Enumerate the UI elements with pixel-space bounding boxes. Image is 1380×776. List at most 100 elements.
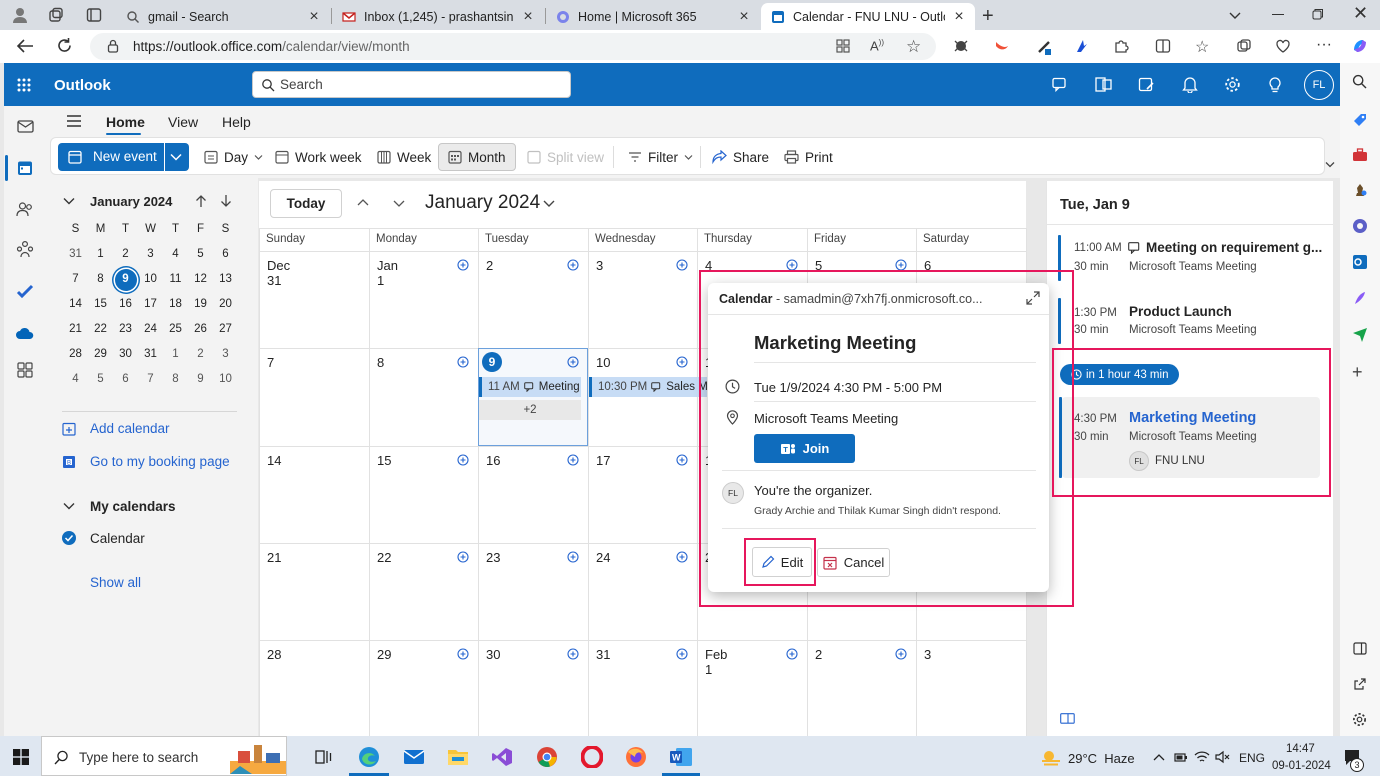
day-cell-date[interactable]: 30 (486, 647, 500, 662)
mail-icon[interactable] (17, 120, 34, 133)
mini-calendar-day[interactable]: 24 (138, 323, 163, 335)
browser-tab-active[interactable]: Calendar - FNU LNU - Outlook × (761, 3, 975, 30)
close-tab-icon[interactable]: × (738, 8, 750, 26)
day-cell-date[interactable]: 29 (377, 647, 391, 662)
meet-now-icon[interactable] (1052, 77, 1069, 92)
day-cell-date[interactable]: 24 (596, 550, 610, 565)
my-calendars-heading[interactable]: My calendars (90, 499, 176, 514)
day-cell-date[interactable]: 22 (377, 550, 391, 565)
booking-page-link[interactable]: B Go to my booking page (62, 454, 230, 469)
day-cell-date[interactable]: 23 (486, 550, 500, 565)
day-cell-date[interactable]: 21 (267, 550, 281, 565)
mini-calendar-day[interactable]: 30 (113, 348, 138, 360)
day-cell-date[interactable]: 15 (377, 453, 391, 468)
mini-calendar-day[interactable]: 28 (63, 348, 88, 360)
add-event-plus-icon[interactable] (676, 648, 688, 660)
apps-grid-icon[interactable] (836, 39, 850, 53)
lock-icon[interactable] (107, 39, 119, 53)
mini-calendar-day-selected[interactable]: 9 (113, 273, 138, 285)
browser-tab[interactable]: gmail - Search × (116, 3, 330, 30)
refresh-icon[interactable] (56, 37, 73, 54)
more-options-icon[interactable]: ··· (1316, 36, 1332, 54)
add-event-plus-icon[interactable] (457, 259, 469, 271)
taskbar-opera-icon[interactable] (581, 746, 603, 768)
windows-start-icon[interactable] (13, 749, 29, 765)
settings-gear-icon[interactable] (1224, 76, 1241, 93)
extensions-puzzle-icon[interactable] (1113, 38, 1129, 54)
browser-tab[interactable]: Home | Microsoft 365 × (546, 3, 760, 30)
event-chip-sales[interactable]: 10:30 PM Sales Me (589, 377, 707, 397)
mini-calendar-day[interactable]: 8 (163, 373, 188, 385)
favorite-star-icon[interactable]: ☆ (906, 37, 921, 57)
menu-tab-view[interactable]: View (168, 114, 198, 130)
show-hidden-icons-chevron-icon[interactable] (1153, 753, 1165, 761)
menu-tab-home[interactable]: Home (106, 114, 145, 130)
agenda-footer-icon[interactable] (1060, 713, 1075, 724)
add-event-plus-icon[interactable] (567, 454, 579, 466)
day-cell-date[interactable]: 28 (267, 647, 281, 662)
add-event-plus-icon[interactable] (457, 551, 469, 563)
volume-muted-icon[interactable] (1215, 750, 1231, 764)
more-events-button[interactable]: +2 (479, 400, 581, 420)
browser-essentials-icon[interactable] (1275, 38, 1291, 54)
split-view-button[interactable]: Split view (527, 146, 604, 168)
taskbar-firefox-icon[interactable] (625, 746, 647, 768)
mini-calendar-day[interactable]: 10 (138, 273, 163, 285)
week-view-button[interactable]: Week (377, 146, 431, 168)
shopping-tag-icon[interactable] (1352, 112, 1368, 128)
mini-calendar-day[interactable]: 6 (113, 373, 138, 385)
clock-date[interactable]: 09-01-2024 (1272, 760, 1331, 772)
day-cell-date[interactable]: Dec 31 (267, 258, 290, 288)
mini-calendar-day[interactable]: 25 (163, 323, 188, 335)
mini-calendar-day[interactable]: 20 (213, 298, 238, 310)
add-event-plus-icon[interactable] (457, 648, 469, 660)
read-aloud-icon[interactable]: A)) (870, 38, 884, 53)
tab-actions-icon[interactable] (86, 7, 102, 23)
add-event-plus-icon[interactable] (567, 551, 579, 563)
mini-calendar-day[interactable]: 7 (138, 373, 163, 385)
games-chess-icon[interactable] (1352, 182, 1368, 198)
mini-calendar-day[interactable]: 31 (138, 348, 163, 360)
workspaces-icon[interactable] (48, 7, 64, 23)
extension-swift-icon[interactable] (994, 38, 1010, 54)
mini-calendar-day[interactable]: 4 (63, 373, 88, 385)
weather-text[interactable]: 29°C Haze (1068, 751, 1135, 766)
day-view-button[interactable]: Day (204, 146, 263, 168)
collapse-pane-icon[interactable] (66, 115, 82, 127)
close-tab-icon[interactable]: × (308, 8, 320, 26)
copilot-icon[interactable] (1350, 36, 1370, 56)
calendar-list-item[interactable]: Calendar (90, 531, 145, 546)
mini-calendar-day[interactable]: 27 (213, 323, 238, 335)
mini-calendar-day[interactable]: 29 (88, 348, 113, 360)
add-event-plus-icon[interactable] (786, 648, 798, 660)
mini-calendar-day[interactable]: 1 (163, 348, 188, 360)
mini-calendar-day[interactable]: 3 (213, 348, 238, 360)
profile-icon[interactable] (11, 6, 29, 24)
mini-calendar-title[interactable]: January 2024 (90, 194, 172, 209)
new-tab-icon[interactable]: + (982, 5, 994, 28)
add-event-plus-icon[interactable] (457, 454, 469, 466)
external-link-icon[interactable] (1353, 677, 1367, 691)
battery-icon[interactable] (1174, 751, 1188, 763)
close-tab-icon[interactable]: × (522, 8, 534, 26)
mini-calendar-day[interactable]: 9 (188, 373, 213, 385)
mini-calendar-day[interactable]: 1 (88, 248, 113, 260)
add-event-plus-icon[interactable] (676, 551, 688, 563)
notifications-bell-icon[interactable] (1182, 76, 1198, 93)
day-cell-date[interactable]: 3 (596, 258, 603, 273)
restore-icon[interactable] (1312, 8, 1324, 20)
mini-calendar-day[interactable]: 21 (63, 323, 88, 335)
taskbar-word-icon[interactable]: W (669, 747, 693, 767)
mini-calendar-day[interactable]: 7 (63, 273, 88, 285)
outlook-app-icon[interactable] (1352, 254, 1368, 270)
mini-calendar-prev-arrow-icon[interactable] (195, 194, 207, 208)
mini-calendar-day[interactable]: 14 (63, 298, 88, 310)
mini-calendar-collapse-chevron-icon[interactable] (63, 196, 75, 206)
add-event-plus-icon[interactable] (895, 648, 907, 660)
calendar-checkbox[interactable] (62, 531, 76, 545)
minimize-icon[interactable] (1272, 14, 1284, 15)
mini-calendar-day[interactable]: 2 (188, 348, 213, 360)
extension-bug-icon[interactable] (953, 38, 969, 54)
browser-tab[interactable]: Inbox (1,245) - prashantsinha270 × (332, 3, 544, 30)
day-cell-date[interactable]: 2 (815, 647, 822, 662)
